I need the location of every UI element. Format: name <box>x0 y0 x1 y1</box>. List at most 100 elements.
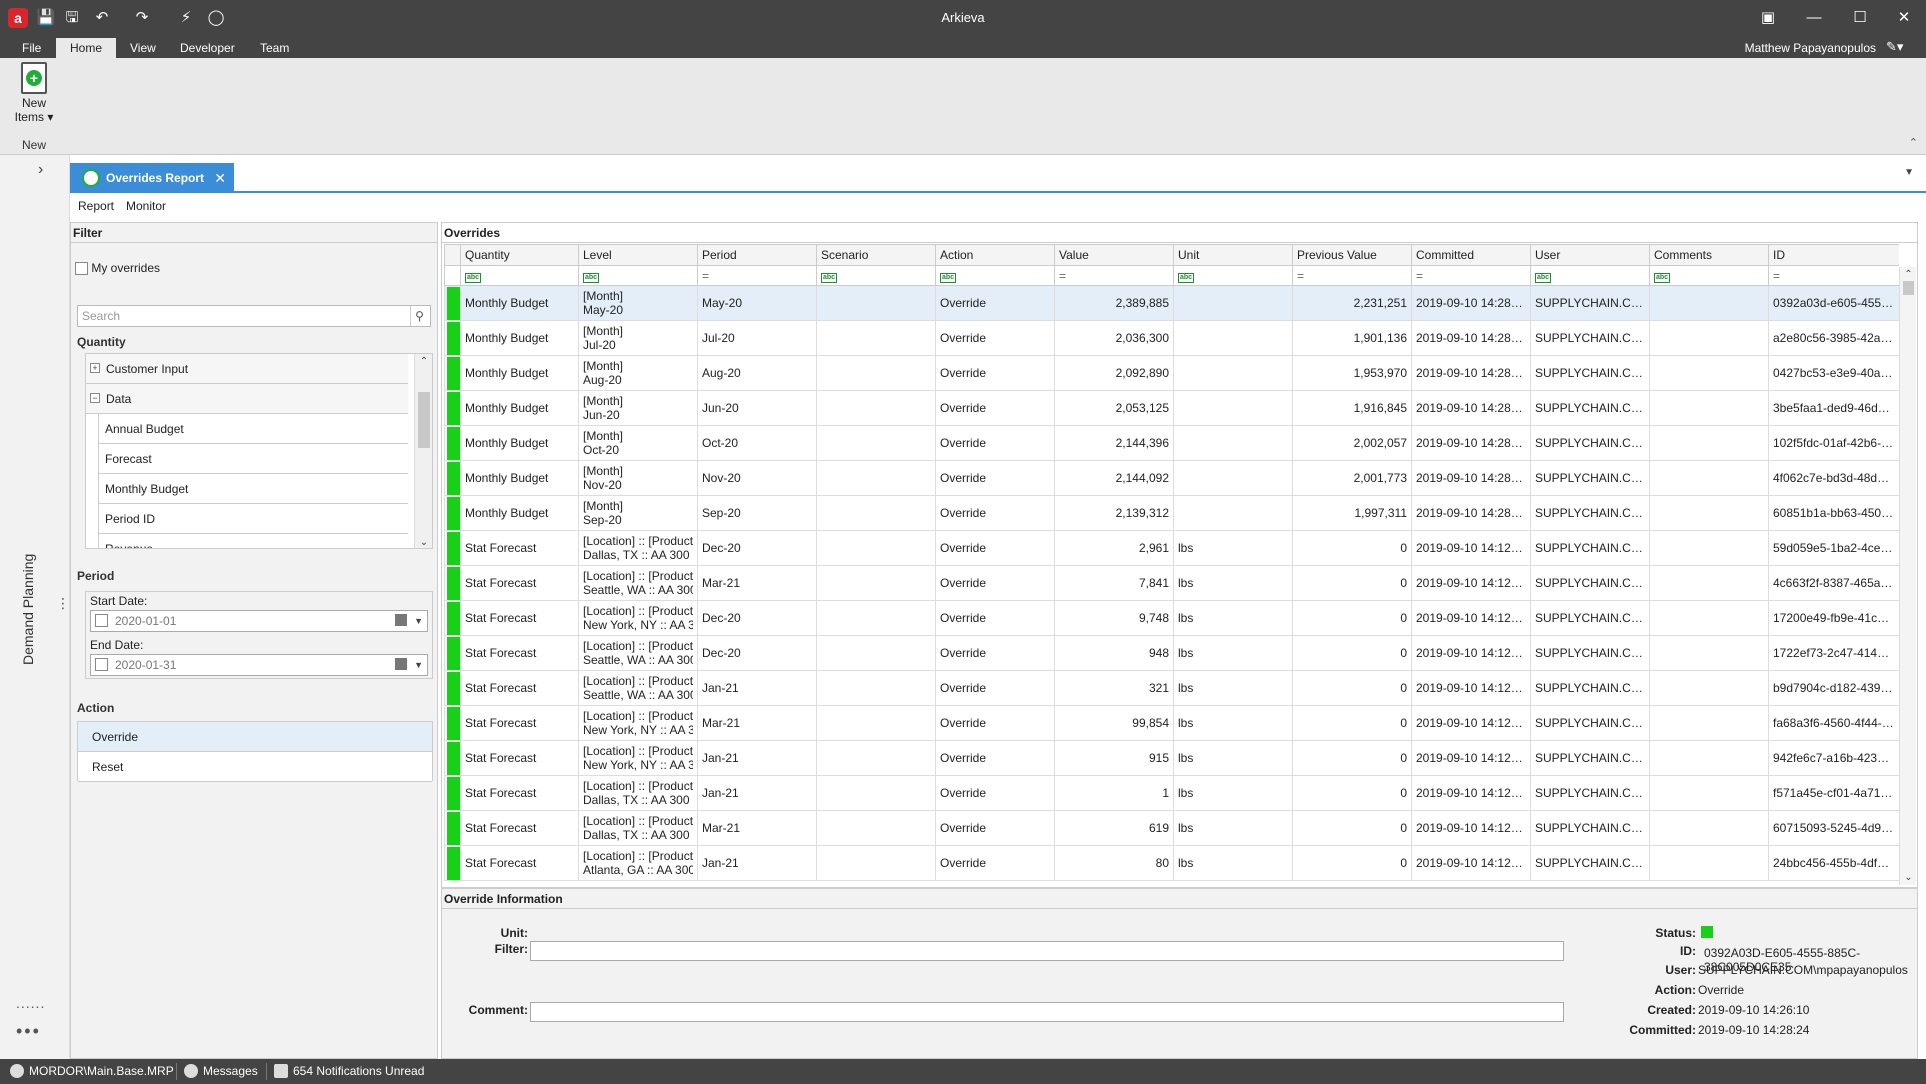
cell-level[interactable]: [Location] :: [Product Seattle, WA :: AA … <box>578 565 698 601</box>
column-filter-cell[interactable]: abc <box>816 265 936 286</box>
cell-period[interactable]: Sep-20 <box>697 495 817 531</box>
cell-quantity[interactable]: Monthly Budget <box>460 285 579 321</box>
cell-scenario[interactable] <box>816 460 936 496</box>
calendar-icon[interactable] <box>395 658 407 670</box>
cell-action[interactable]: Override <box>935 495 1055 531</box>
cell-period[interactable]: Mar-21 <box>697 810 817 846</box>
cell-id[interactable]: 942fe6c7-a16b-4236-... <box>1768 740 1899 776</box>
table-row[interactable]: Stat Forecast [Location] :: [Product New Y… <box>444 740 1899 776</box>
cell-period[interactable]: Jan-21 <box>697 740 817 776</box>
cell-action[interactable]: Override <box>935 320 1055 356</box>
cell-previous[interactable]: 0 <box>1292 670 1412 706</box>
cell-previous[interactable]: 2,231,251 <box>1292 285 1412 321</box>
cell-action[interactable]: Override <box>935 810 1055 846</box>
column-filter-cell[interactable]: abc <box>460 265 579 286</box>
tab-list-chevron-icon[interactable]: ▼ <box>1904 167 1914 178</box>
cell-scenario[interactable] <box>816 600 936 636</box>
table-row[interactable]: Monthly Budget [Month] Jul-20 Jul-20 Overrid… <box>444 320 1899 356</box>
cell-period[interactable]: Mar-21 <box>697 565 817 601</box>
cell-comments[interactable] <box>1649 705 1769 741</box>
user-name[interactable]: Matthew Papayanopulos <box>1745 38 1876 58</box>
table-row[interactable]: Monthly Budget [Month] May-20 May-20 Overrid… <box>444 285 1899 321</box>
cell-user[interactable]: SUPPLYCHAIN.CO... <box>1530 845 1650 881</box>
column-filter-cell[interactable]: abc <box>1649 265 1769 286</box>
tree-item-monthly-budget[interactable]: Monthly Budget <box>98 474 408 504</box>
start-date-checkbox[interactable] <box>95 614 108 627</box>
tree-item-annual-budget[interactable]: Annual Budget <box>98 414 408 444</box>
subtab-report[interactable]: Report <box>78 199 114 213</box>
column-filter-cell[interactable]: = <box>697 265 817 286</box>
expand-icon[interactable]: + <box>90 363 100 373</box>
cell-scenario[interactable] <box>816 565 936 601</box>
cell-user[interactable]: SUPPLYCHAIN.CO... <box>1530 775 1650 811</box>
cell-unit[interactable]: lbs <box>1173 635 1293 671</box>
cell-comments[interactable] <box>1649 495 1769 531</box>
quantity-scrollbar[interactable]: ⌃ ⌄ <box>414 354 432 548</box>
cell-previous[interactable]: 0 <box>1292 810 1412 846</box>
notifications-status[interactable]: 654 Notifications Unread <box>274 1063 424 1079</box>
cell-action[interactable]: Override <box>935 355 1055 391</box>
column-filter-cell[interactable]: abc <box>1173 265 1293 286</box>
cell-value[interactable]: 2,053,125 <box>1054 390 1174 426</box>
cell-value[interactable]: 99,854 <box>1054 705 1174 741</box>
cell-committed[interactable]: 2019-09-10 14:12:23 <box>1411 670 1531 706</box>
cell-scenario[interactable] <box>816 355 936 391</box>
maximize-button[interactable]: ☐ <box>1840 6 1880 30</box>
cell-committed[interactable]: 2019-09-10 14:28:24 <box>1411 285 1531 321</box>
cell-previous[interactable]: 0 <box>1292 635 1412 671</box>
cell-previous[interactable]: 0 <box>1292 775 1412 811</box>
cell-unit[interactable]: lbs <box>1173 705 1293 741</box>
cell-user[interactable]: SUPPLYCHAIN.CO... <box>1530 705 1650 741</box>
cell-comments[interactable] <box>1649 810 1769 846</box>
cell-action[interactable]: Override <box>935 600 1055 636</box>
cell-quantity[interactable]: Stat Forecast <box>460 705 579 741</box>
column-header[interactable]: Comments <box>1649 244 1769 266</box>
splitter-grip-icon[interactable]: ⋮ <box>56 595 70 612</box>
cell-committed[interactable]: 2019-09-10 14:12:23 <box>1411 740 1531 776</box>
cell-committed[interactable]: 2019-09-10 14:28:24 <box>1411 425 1531 461</box>
cell-level[interactable]: [Month] Aug-20 <box>578 355 698 391</box>
cell-quantity[interactable]: Stat Forecast <box>460 635 579 671</box>
dropdown-arrow-icon[interactable]: ▼ <box>414 611 423 631</box>
tree-item-period-id[interactable]: Period ID <box>98 504 408 534</box>
cell-previous[interactable]: 0 <box>1292 565 1412 601</box>
column-header[interactable]: Unit <box>1173 244 1293 266</box>
cell-user[interactable]: SUPPLYCHAIN.CO... <box>1530 355 1650 391</box>
grid-scrollbar[interactable]: ⌃ ⌄ <box>1899 267 1916 885</box>
cell-scenario[interactable] <box>816 390 936 426</box>
cell-previous[interactable]: 0 <box>1292 845 1412 881</box>
table-row[interactable]: Monthly Budget [Month] Oct-20 Oct-20 Overrid… <box>444 425 1899 461</box>
cell-period[interactable]: Dec-20 <box>697 635 817 671</box>
cell-period[interactable]: Dec-20 <box>697 530 817 566</box>
table-row[interactable]: Stat Forecast [Location] :: [Product Seatt… <box>444 635 1899 671</box>
cell-action[interactable]: Override <box>935 285 1055 321</box>
cell-previous[interactable]: 0 <box>1292 740 1412 776</box>
cell-unit[interactable]: lbs <box>1173 775 1293 811</box>
cell-unit[interactable] <box>1173 495 1293 531</box>
tab-file[interactable]: File <box>8 38 55 58</box>
cell-comments[interactable] <box>1649 740 1769 776</box>
cell-id[interactable]: 1722ef73-2c47-414e-... <box>1768 635 1899 671</box>
tab-view[interactable]: View <box>116 38 170 58</box>
cell-unit[interactable]: lbs <box>1173 740 1293 776</box>
cell-period[interactable]: Jan-21 <box>697 775 817 811</box>
cell-action[interactable]: Override <box>935 460 1055 496</box>
cell-id[interactable]: 59d059e5-1ba2-4ce5-... <box>1768 530 1899 566</box>
cell-quantity[interactable]: Stat Forecast <box>460 810 579 846</box>
cell-committed[interactable]: 2019-09-10 14:12:24 <box>1411 565 1531 601</box>
cell-scenario[interactable] <box>816 635 936 671</box>
comment-text-field[interactable] <box>530 1002 1564 1022</box>
column-header[interactable]: Previous Value <box>1292 244 1412 266</box>
cell-comments[interactable] <box>1649 460 1769 496</box>
cell-user[interactable]: SUPPLYCHAIN.CO... <box>1530 390 1650 426</box>
cell-value[interactable]: 2,144,092 <box>1054 460 1174 496</box>
action-item-override[interactable]: Override <box>78 722 432 752</box>
cell-id[interactable]: fa68a3f6-4560-4f44-a... <box>1768 705 1899 741</box>
table-row[interactable]: Stat Forecast [Location] :: [Product Dalla… <box>444 530 1899 566</box>
cell-user[interactable]: SUPPLYCHAIN.CO... <box>1530 320 1650 356</box>
cell-quantity[interactable]: Monthly Budget <box>460 460 579 496</box>
panel-grip-icon[interactable]: ...... <box>16 995 45 1011</box>
cell-scenario[interactable] <box>816 670 936 706</box>
table-row[interactable]: Stat Forecast [Location] :: [Product Seatt… <box>444 670 1899 706</box>
cell-action[interactable]: Override <box>935 390 1055 426</box>
